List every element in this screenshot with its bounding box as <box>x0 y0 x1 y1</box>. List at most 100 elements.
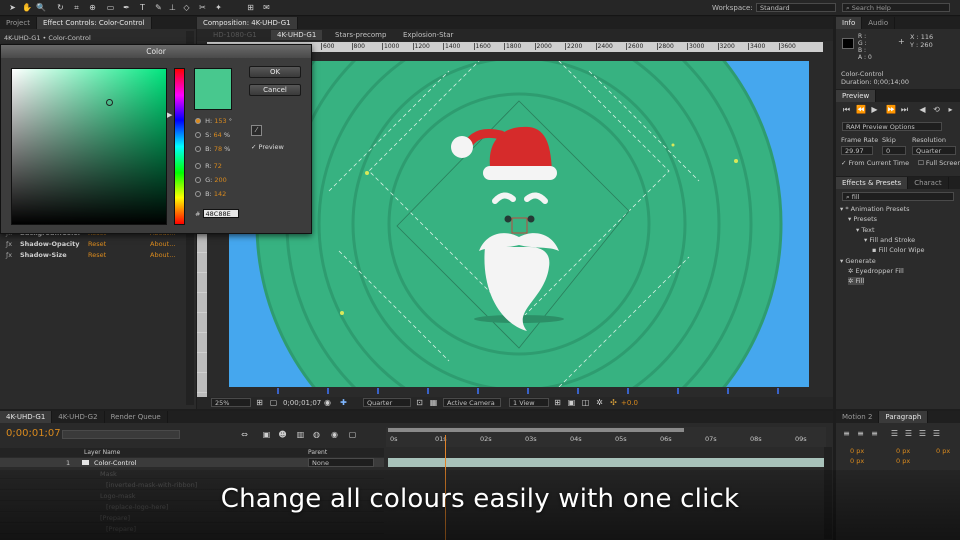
reset-link[interactable]: Reset <box>88 240 106 249</box>
region-icon[interactable]: ⊡ <box>415 398 424 407</box>
effects-tree-item[interactable]: ▾ Fill and Stroke <box>864 236 915 244</box>
tab-project[interactable]: Project <box>0 17 37 29</box>
green-value[interactable]: 200 <box>214 176 226 184</box>
full-screen-checkbox[interactable]: ☐ Full Screen <box>918 159 960 167</box>
first-frame-icon[interactable]: ⏮ <box>842 105 851 114</box>
justify-all-icon[interactable]: ☰ <box>932 429 941 438</box>
transparency-grid-icon[interactable]: ▦ <box>429 398 438 407</box>
zoom-dropdown[interactable]: 25% <box>211 398 251 407</box>
graph-editor-icon[interactable]: ◉ <box>330 430 339 439</box>
indent-right-value[interactable]: 0 px <box>896 447 910 455</box>
tab-4k-uhd-g2[interactable]: 4K-UHD-G2 <box>52 411 105 423</box>
layer-duration-bar[interactable] <box>388 458 824 467</box>
safe-zones-icon[interactable]: ⊞ <box>255 398 264 407</box>
selection-tool-icon[interactable]: ➤ <box>8 3 17 12</box>
hue-radio[interactable] <box>195 118 201 124</box>
camera-dropdown[interactable]: Active Camera <box>443 398 501 407</box>
tab-effect-controls[interactable]: Effect Controls: Color-Control <box>36 17 152 29</box>
tab-render-queue[interactable]: Render Queue <box>105 411 168 423</box>
brush-tool-icon[interactable]: ✎ <box>154 3 163 12</box>
skip-dropdown[interactable]: 0 <box>882 146 906 155</box>
saturation-value[interactable]: 64 <box>213 131 221 139</box>
effect-row[interactable]: ƒx Shadow-Opacity Reset About... <box>0 240 196 249</box>
hue-row[interactable]: H: 153 ° <box>195 117 255 126</box>
hex-input[interactable]: 48C88E <box>202 209 239 218</box>
from-current-time-checkbox[interactable]: ✓ From Current Time <box>841 159 909 167</box>
prev-frame-icon[interactable]: ⏪ <box>856 105 866 114</box>
workspace-dropdown[interactable]: Standard <box>756 3 836 12</box>
indent-first-value[interactable]: 0 px <box>936 447 950 455</box>
camera-snapshot-icon[interactable]: ◉ <box>323 398 332 407</box>
timeline-layer-row[interactable]: 1 Color-Control None <box>0 458 384 467</box>
align-icon[interactable]: ✉ <box>262 3 271 12</box>
resolution-dropdown[interactable]: Quarter <box>363 398 411 407</box>
reset-link[interactable]: Reset <box>88 251 106 260</box>
red-value[interactable]: 72 <box>214 162 222 170</box>
justify-center-icon[interactable]: ☰ <box>904 429 913 438</box>
justify-right-icon[interactable]: ☰ <box>918 429 927 438</box>
tab-4k-uhd-g1[interactable]: 4K-UHD-G1 <box>271 30 323 40</box>
tab-effects-presets[interactable]: Effects & Presets <box>836 177 909 189</box>
tab-info[interactable]: Info <box>836 17 863 29</box>
hue-value[interactable]: 153 <box>214 117 226 125</box>
space-after-value[interactable]: 0 px <box>896 457 910 465</box>
align-left-icon[interactable]: ≡ <box>842 429 851 438</box>
tab-stars-precomp[interactable]: Stars-precomp <box>335 31 386 39</box>
shy-icon[interactable]: ☻ <box>278 430 287 439</box>
roto-tool-icon[interactable]: ✂ <box>198 3 207 12</box>
red-row[interactable]: R: 72 <box>195 162 255 171</box>
tab-audio[interactable]: Audio <box>862 17 896 29</box>
camera-tool-icon[interactable]: ⌗ <box>72 3 81 12</box>
align-right-icon[interactable]: ≡ <box>870 429 879 438</box>
snapshot-icon[interactable]: ▢ <box>269 398 278 407</box>
frame-blend-icon[interactable]: ▥ <box>296 430 305 439</box>
composition-canvas[interactable] <box>229 61 809 387</box>
brightness-value[interactable]: 78 <box>214 145 222 153</box>
saturation-radio[interactable] <box>195 132 201 138</box>
indent-left-value[interactable]: 0 px <box>850 447 864 455</box>
about-link[interactable]: About... <box>150 240 175 249</box>
tab-explosion-star[interactable]: Explosion-Star <box>403 31 453 39</box>
mute-icon[interactable]: ◀ <box>918 105 927 114</box>
zoom-tool-icon[interactable]: 🔍 <box>36 3 46 12</box>
motion-blur-icon[interactable]: ◍ <box>312 430 321 439</box>
effects-tree-item[interactable]: ✲ Eyedropper Fill <box>848 267 904 275</box>
effects-tree-item[interactable]: ▾ * Animation Presets <box>840 205 910 213</box>
resolution-dropdown[interactable]: Quarter <box>912 146 956 155</box>
hand-tool-icon[interactable]: ✋ <box>22 3 32 12</box>
comp-timecode[interactable]: 0;00;01;07 <box>283 399 321 407</box>
play-icon[interactable]: ▶ <box>870 105 879 114</box>
rotate-tool-icon[interactable]: ↻ <box>56 3 65 12</box>
rectangle-tool-icon[interactable]: ▭ <box>106 3 115 12</box>
snap-icon[interactable]: ⊞ <box>246 3 255 12</box>
channel-icon[interactable]: ✚ <box>339 398 348 407</box>
loop-icon[interactable]: ⟲ <box>932 105 941 114</box>
parent-dropdown[interactable]: None <box>308 458 374 467</box>
space-before-value[interactable]: 0 px <box>850 457 864 465</box>
effects-tree-item[interactable]: ▾ Generate <box>840 257 876 265</box>
effects-search-input[interactable]: ⌕ fill <box>842 192 954 201</box>
justify-left-icon[interactable]: ☰ <box>890 429 899 438</box>
effects-tree-item[interactable]: ▪ Fill Color Wipe <box>872 246 925 254</box>
ram-preview-icon[interactable]: ▸ <box>946 105 955 114</box>
blue-value[interactable]: 142 <box>214 190 226 198</box>
type-tool-icon[interactable]: T <box>138 3 147 12</box>
color-dialog-titlebar[interactable]: Color <box>1 45 311 58</box>
brightness-radio[interactable] <box>195 146 201 152</box>
saturation-row[interactable]: S: 64 % <box>195 131 255 140</box>
toggle-pixel-icon[interactable]: ⊞ <box>553 398 562 407</box>
view-dropdown[interactable]: 1 View <box>509 398 549 407</box>
blue-radio[interactable] <box>195 191 201 197</box>
clone-tool-icon[interactable]: ⊥ <box>168 3 177 12</box>
about-link[interactable]: About... <box>150 251 175 260</box>
tab-paragraph[interactable]: Paragraph <box>879 411 929 423</box>
effects-tree-item[interactable]: ▾ Presets <box>848 215 877 223</box>
tab-composition[interactable]: Composition: 4K-UHD-G1 <box>197 17 298 29</box>
eraser-tool-icon[interactable]: ◇ <box>182 3 191 12</box>
comp-flowchart-icon[interactable]: ⇔ <box>240 430 249 439</box>
effects-tree-item[interactable]: ✲ Fill <box>848 277 865 286</box>
last-frame-icon[interactable]: ⏭ <box>900 105 909 114</box>
layer-name[interactable]: Color-Control <box>94 459 136 467</box>
fast-preview-icon[interactable]: ▣ <box>567 398 576 407</box>
tab-motion2[interactable]: Motion 2 <box>836 411 880 423</box>
